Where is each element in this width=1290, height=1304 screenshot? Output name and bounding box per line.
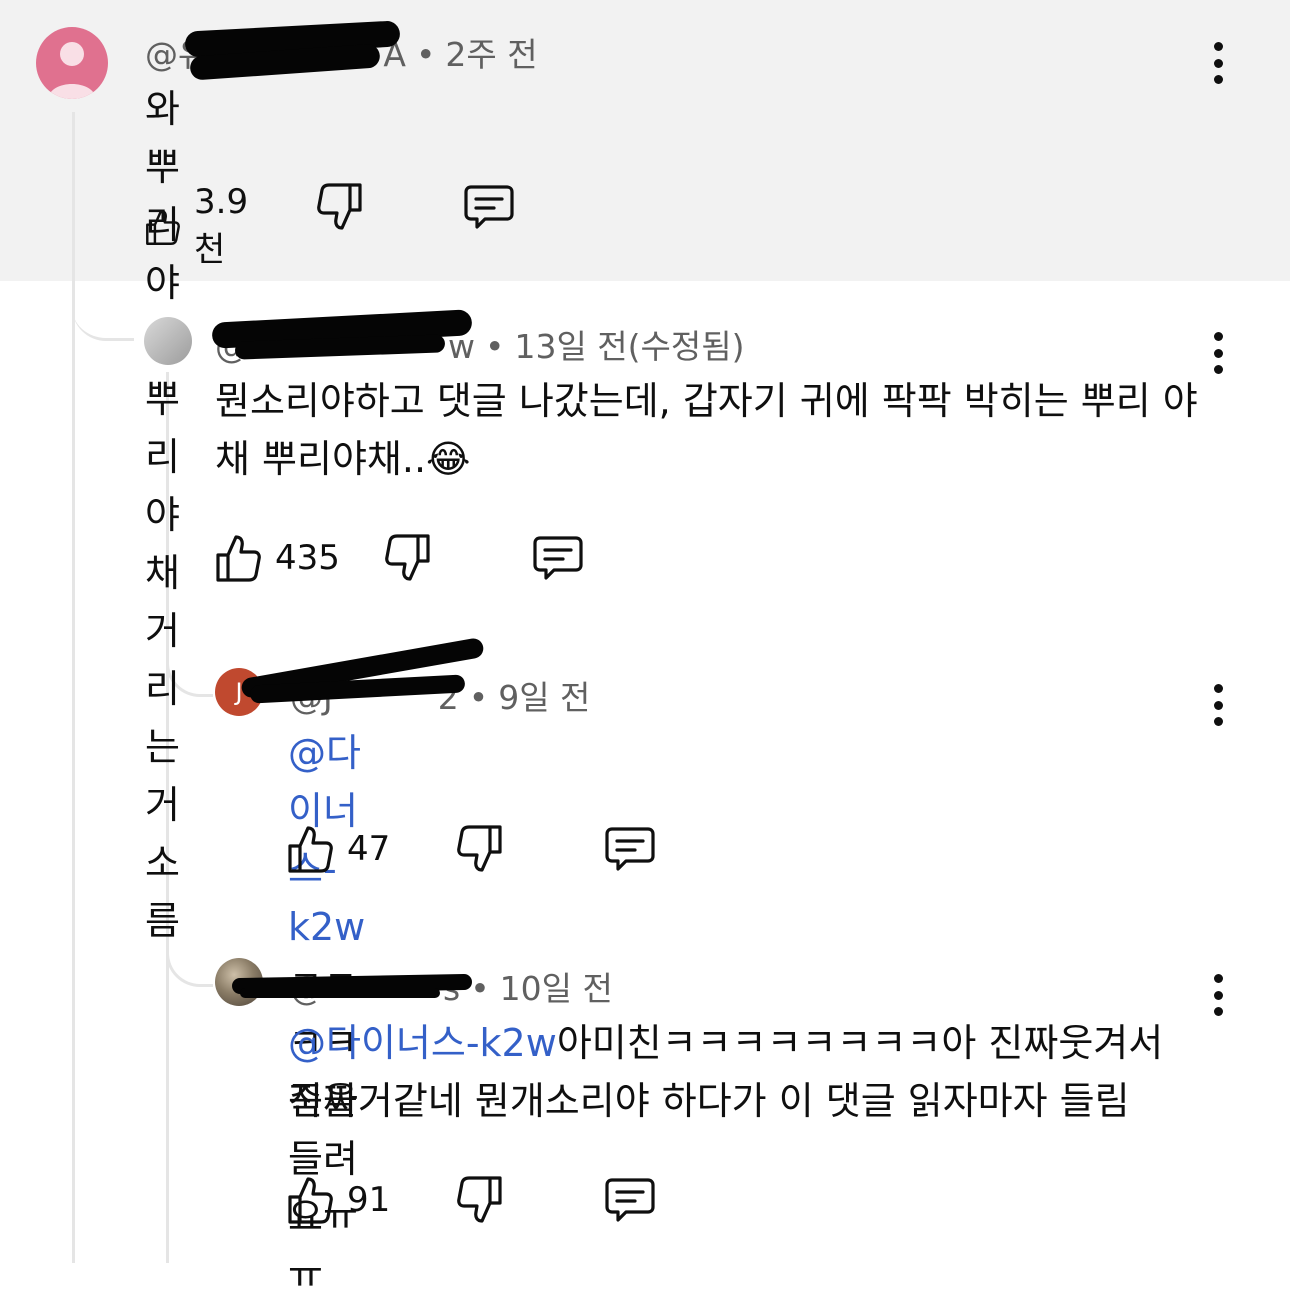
more-options-button[interactable]: [1208, 328, 1228, 378]
avatar[interactable]: [144, 317, 192, 365]
avatar[interactable]: [36, 27, 108, 99]
reply-button[interactable]: [532, 533, 584, 583]
thread-connector: [72, 284, 134, 341]
mention-link[interactable]: @다이너스-k2w: [288, 1021, 557, 1065]
thumbs-down-icon: [385, 534, 430, 581]
reply-comment-icon: [605, 1178, 655, 1222]
reply-button[interactable]: [604, 824, 656, 874]
more-options-button[interactable]: [1208, 38, 1228, 88]
comment-time: 10일 전: [499, 969, 613, 1008]
comment-time: 2주 전: [445, 35, 538, 74]
reply-button[interactable]: [463, 182, 515, 232]
thumbs-up-icon: [216, 535, 261, 582]
like-count: 47: [347, 829, 391, 869]
comment-text: 뭔소리야하고 댓글 나갔는데, 갑자기 귀에 팍팍 박히는 뿌리 야채 뿌리야채…: [215, 379, 1198, 481]
dislike-button[interactable]: [385, 533, 431, 583]
thumbs-down-icon: [457, 825, 502, 872]
thumbs-up-icon: [288, 1177, 333, 1224]
dislike-button[interactable]: [457, 824, 503, 874]
reply-comment-icon: [533, 536, 583, 580]
more-options-button[interactable]: [1208, 970, 1228, 1020]
more-options-button[interactable]: [1208, 680, 1228, 730]
reply-comment-icon: [605, 827, 655, 871]
avatar-letter: J: [235, 678, 243, 706]
like-button[interactable]: 3.9천: [145, 182, 259, 271]
thumbs-down-icon: [317, 183, 362, 230]
laughing-emoji: 😂: [426, 437, 471, 481]
dislike-button[interactable]: [457, 1175, 503, 1225]
comment-text: @다이너스-k2w아미친ㅋㅋㅋㅋㅋㅋㅋㅋ아 진짜웃겨서 죽을거같네 뭔개소리야 …: [288, 1021, 1164, 1123]
reply-comment-icon: [464, 185, 514, 229]
like-button[interactable]: 91: [287, 1175, 390, 1225]
reply-button[interactable]: [604, 1175, 656, 1225]
like-button[interactable]: 435: [215, 533, 340, 583]
redaction-mark: [240, 988, 440, 998]
thumbs-up-icon: [146, 209, 180, 245]
like-count: 435: [275, 538, 340, 578]
dislike-button[interactable]: [317, 182, 363, 232]
like-button[interactable]: 47: [287, 824, 390, 874]
like-count: 3.9천: [194, 182, 249, 270]
like-count: 91: [347, 1180, 391, 1220]
thumbs-up-icon: [288, 826, 333, 873]
thumbs-down-icon: [457, 1176, 502, 1223]
comment-time: 9일 전: [498, 678, 591, 717]
person-icon: [48, 42, 96, 99]
comment-time: 13일 전(수정됨): [514, 327, 745, 366]
